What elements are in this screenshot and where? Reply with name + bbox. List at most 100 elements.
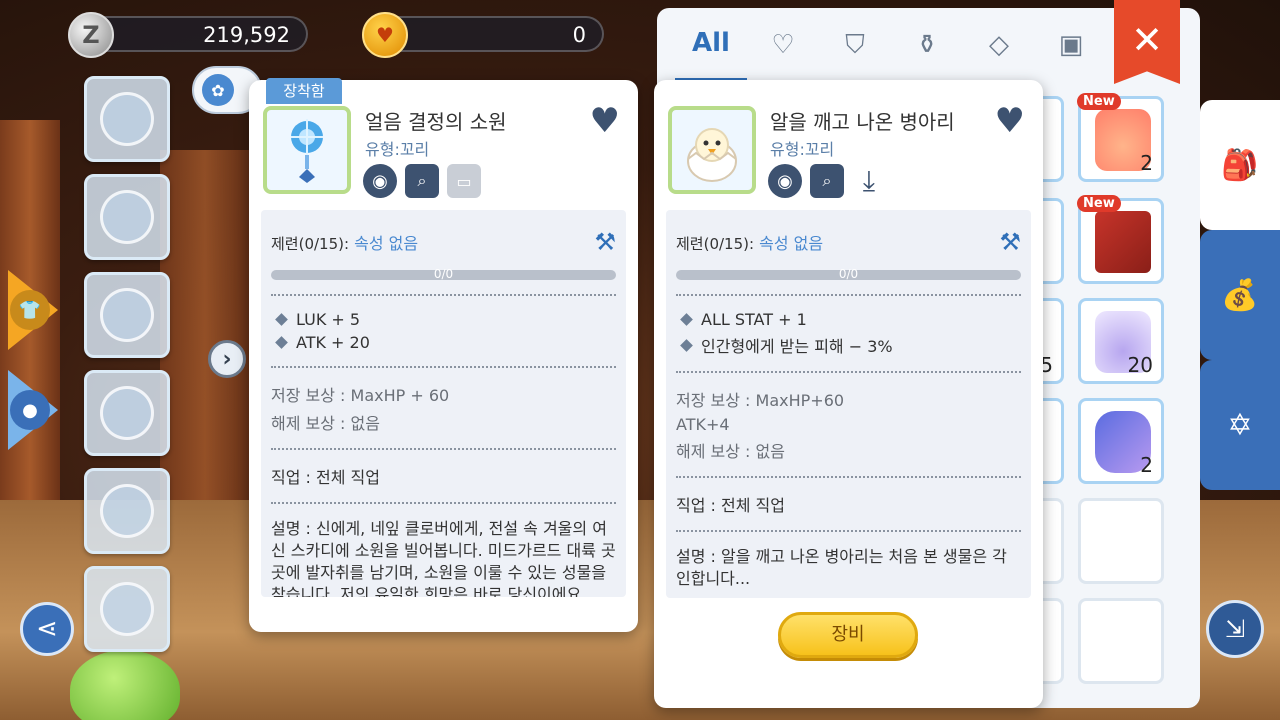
tab-gem[interactable]: ◇ [963,8,1035,82]
tab-zeny-bag[interactable]: 💰 [1200,230,1280,360]
stat-line: 인간형에게 받는 피해 − 3% [680,333,1021,357]
cat-coin-amount: 0 [572,23,586,47]
tab-consumable[interactable]: ⚱ [891,8,963,82]
tab-magic[interactable]: ✡ [1200,360,1280,490]
divider [271,448,616,450]
item-action-icons: ◉ ⌕ ▭ [363,164,481,198]
divider [676,530,1021,532]
equip-slot-boots[interactable] [84,370,170,456]
detail-search-icon[interactable]: ⌕ [405,164,439,198]
item-image [263,106,351,194]
stat-text: ATK + 20 [296,333,370,352]
refine-row: 제련(0/15): 속성 없음 ⚒ [676,228,1021,256]
inventory-slot-empty[interactable] [1078,498,1164,584]
divider [676,371,1021,373]
potion-icon: ⚱ [916,30,938,60]
shirt-icon: ✿ [202,74,234,106]
hammer-icon[interactable]: ⚒ [594,228,616,256]
item-action-icons: ◉ ⌕ ⤓ [768,164,886,198]
stat-text: LUK + 5 [296,310,361,329]
tab-favorite[interactable]: ♡ [747,8,819,82]
chick-icon [687,128,737,182]
refine-progress: 0/0 [838,267,859,281]
equip-slot-costume[interactable] [84,174,170,260]
refine-row: 제련(0/15): 속성 없음 ⚒ [271,228,616,256]
store-reward-extra: ATK+4 [676,415,730,434]
inventory-slot[interactable]: New 2 [1077,93,1164,182]
zeny-bar: 219,592 [88,16,308,52]
costume-icon [100,190,154,244]
refine-progress-bar: 0/0 [271,267,616,281]
snowflake-charm-icon [291,119,323,183]
boots-icon [100,386,154,440]
unequip-icon[interactable]: ▭ [447,164,481,198]
share-icon: ⋖ [36,614,58,644]
stat-line: ALL STAT + 1 [680,310,1021,329]
stat-line: LUK + 5 [275,310,616,329]
zeny-amount: 219,592 [203,23,290,47]
equipment-side-tab[interactable]: 👕 [8,270,58,350]
equipped-tag: 장착함 [266,78,342,104]
inventory-slot[interactable]: 2 [1078,398,1164,484]
item-details: 제련(0/15): 속성 없음 ⚒ 0/0 LUK + 5 ATK + 20 저… [261,210,626,597]
refine-progress: 0/0 [433,267,454,281]
detail-search-icon[interactable]: ⌕ [810,164,844,198]
store-reward: 저장 보상 : MaxHP+60 [676,391,845,410]
new-badge: New [1077,93,1121,110]
equip-button[interactable]: 장비 [778,612,918,658]
bullet-icon [275,336,288,349]
inventory-slot[interactable]: New [1077,195,1164,284]
item-tooltip-equipped: 장착함 얼음 결정의 소원 유형:꼬리 ♥ ◉ ⌕ ▭ 제련(0/15): 속성… [249,78,638,632]
green-slime [70,650,180,720]
cat-coin-bar: 0 [382,16,604,52]
tab-card[interactable]: ▣ [1035,8,1107,82]
inventory-slot[interactable]: 20 [1078,298,1164,384]
favorite-heart-icon[interactable]: ♥ [995,104,1025,138]
item-type: 유형:꼬리 [365,140,430,159]
hammer-icon[interactable]: ⚒ [999,228,1021,256]
job-requirement: 직업 : 전체 직업 [271,468,380,487]
release-reward: 해제 보상 : 없음 [676,442,785,461]
inventory-slot-empty[interactable] [1078,598,1164,684]
bullet-icon [275,313,288,326]
equip-slot-cape[interactable] [84,272,170,358]
tab-equipment[interactable]: ⛉ [819,8,891,82]
divider [271,502,616,504]
item-description: 설명 : 알을 깨고 나온 병아리는 처음 본 생물은 각인합니다... [676,547,1007,588]
refine-attribute: 속성 없음 [759,234,824,253]
close-button[interactable]: ✕ [1114,0,1180,84]
refine-label: 제련(0/15): [271,235,350,253]
item-details: 제련(0/15): 속성 없음 ⚒ 0/0 ALL STAT + 1 인간형에게… [666,210,1031,598]
refine-attribute: 속성 없음 [354,234,419,253]
book-icon [1095,211,1151,273]
character-side-tab[interactable]: ● [8,370,58,450]
tab-backpack[interactable]: 🎒 [1200,100,1280,230]
backpack-icon: 🎒 [1221,147,1259,183]
person-icon: ● [10,390,50,430]
tab-all[interactable]: All [675,8,747,82]
shirt-icon: 👕 [10,290,50,330]
favorite-heart-icon[interactable]: ♥ [590,104,620,138]
eye-icon[interactable]: ◉ [363,164,397,198]
new-badge: New [1077,195,1121,212]
ring-icon [100,484,154,538]
stat-line: ATK + 20 [275,333,616,352]
share-button[interactable]: ⋖ [20,602,74,656]
equip-slot-ring-2[interactable] [84,566,170,652]
eye-icon[interactable]: ◉ [768,164,802,198]
close-icon: ✕ [1131,18,1163,62]
pillar [160,150,250,510]
download-icon[interactable]: ⤓ [852,164,886,198]
cape-icon [100,288,154,342]
money-bag-icon: 💰 [1221,277,1259,313]
exit-button[interactable]: ⇲ [1206,600,1264,658]
equip-slot-armor[interactable] [84,76,170,162]
expand-arrow-button[interactable]: › [208,340,246,378]
equip-slot-ring-1[interactable] [84,468,170,554]
store-reward: 저장 보상 : MaxHP + 60 [271,386,450,405]
divider [271,366,616,368]
chevron-right-icon: › [222,346,232,372]
stat-text: ALL STAT + 1 [701,310,807,329]
stat-text: 인간형에게 받는 피해 − 3% [701,337,893,356]
bullet-icon [680,338,693,352]
